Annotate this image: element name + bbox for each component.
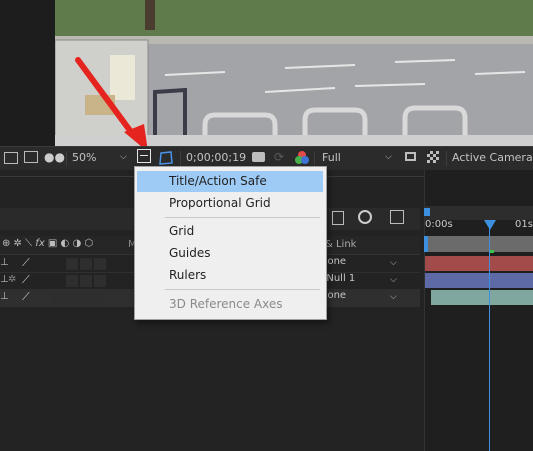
- snapshot-icon[interactable]: [252, 152, 265, 162]
- parent-dropdown[interactable]: . Null 1: [320, 273, 400, 288]
- grid-guide-options-menu: Title/Action Safe Proportional Grid Grid…: [134, 166, 327, 320]
- menu-item-guides[interactable]: Guides: [137, 243, 323, 264]
- shy-switch-icon[interactable]: ⟋: [22, 256, 30, 270]
- ruler-mark-label: 01s: [515, 219, 533, 230]
- always-preview-icon[interactable]: [4, 152, 18, 164]
- switch-box[interactable]: [66, 292, 78, 304]
- layer-bar[interactable]: [425, 256, 533, 271]
- frame-blending-icon[interactable]: [332, 211, 344, 225]
- lock-icon[interactable]: ⊥: [0, 257, 9, 268]
- switch-box[interactable]: [80, 275, 92, 287]
- monitor-icon[interactable]: [24, 151, 38, 163]
- layer-bar[interactable]: [425, 273, 533, 288]
- work-area-marker[interactable]: [424, 236, 428, 252]
- menu-separator: [165, 217, 320, 218]
- work-area-start-handle[interactable]: [424, 208, 430, 216]
- divider: [66, 151, 67, 166]
- chevron-down-icon[interactable]: ⌵: [390, 292, 397, 302]
- parent-dropdown[interactable]: None: [320, 256, 400, 271]
- switch-box[interactable]: [80, 258, 92, 270]
- switch-box[interactable]: [94, 292, 106, 304]
- switch-box[interactable]: [66, 275, 78, 287]
- switches-icons: ⊕ ✲ ⟍ fx ▣ ◐ ◑ ⬡: [2, 238, 94, 249]
- chevron-down-icon[interactable]: ⌵: [120, 152, 127, 162]
- menu-item-rulers[interactable]: Rulers: [137, 265, 323, 286]
- camera-view-dropdown[interactable]: Active Camera: [452, 151, 533, 164]
- divider: [180, 151, 181, 166]
- grid-guide-options-icon[interactable]: [137, 149, 151, 163]
- menu-item-3d-reference-axes: 3D Reference Axes: [169, 297, 283, 311]
- switch-box[interactable]: [94, 275, 106, 287]
- graph-editor-icon[interactable]: [390, 210, 404, 224]
- lock-icon[interactable]: ⊥: [0, 291, 9, 302]
- render-indicator: [490, 250, 494, 253]
- divider: [446, 151, 447, 166]
- switch-box[interactable]: [94, 258, 106, 270]
- color-channels-icon[interactable]: [294, 150, 310, 166]
- timeline-graph[interactable]: 0:00s 01s: [424, 170, 533, 451]
- chevron-down-icon[interactable]: ⌵: [390, 275, 397, 285]
- playhead-head-icon[interactable]: [484, 220, 496, 230]
- switch-box[interactable]: [80, 292, 92, 304]
- menu-item-title-action-safe[interactable]: Title/Action Safe: [137, 171, 323, 192]
- mask-path-visibility-icon[interactable]: [158, 150, 174, 166]
- time-ruler[interactable]: [425, 236, 533, 252]
- menu-item-grid[interactable]: Grid: [137, 221, 323, 242]
- parent-link-column-header: & Link: [325, 239, 357, 250]
- menu-item-proportional-grid[interactable]: Proportional Grid: [137, 193, 323, 214]
- ruler-start-label: 0:00s: [425, 219, 453, 230]
- current-time-indicator[interactable]: [489, 220, 490, 451]
- switch-box[interactable]: [52, 292, 64, 304]
- menu-separator: [165, 289, 320, 290]
- layer-bar[interactable]: [431, 290, 533, 305]
- resolution-dropdown[interactable]: Full: [322, 151, 341, 164]
- mask-view-icon[interactable]: ●●: [44, 150, 65, 164]
- collapse-icon[interactable]: ✲: [8, 274, 16, 285]
- chevron-down-icon[interactable]: ⌵: [390, 258, 397, 268]
- red-arrow-annotation: [75, 57, 148, 152]
- chevron-down-icon[interactable]: ⌵: [385, 152, 392, 162]
- current-time-display[interactable]: 0;00;00;19: [186, 151, 246, 164]
- switch-box[interactable]: [66, 258, 78, 270]
- shy-switch-icon[interactable]: ⟋: [22, 273, 30, 287]
- zoom-dropdown[interactable]: 50%: [72, 151, 96, 164]
- region-of-interest-icon[interactable]: [405, 152, 416, 161]
- transparency-grid-icon[interactable]: [427, 151, 439, 163]
- motion-blur-icon[interactable]: [358, 210, 372, 224]
- work-area-bar[interactable]: [425, 206, 533, 220]
- divider: [314, 151, 315, 166]
- shy-switch-icon[interactable]: ⟋: [22, 290, 30, 304]
- parent-dropdown[interactable]: None: [320, 290, 400, 305]
- show-snapshot-icon[interactable]: ⟳: [274, 150, 284, 164]
